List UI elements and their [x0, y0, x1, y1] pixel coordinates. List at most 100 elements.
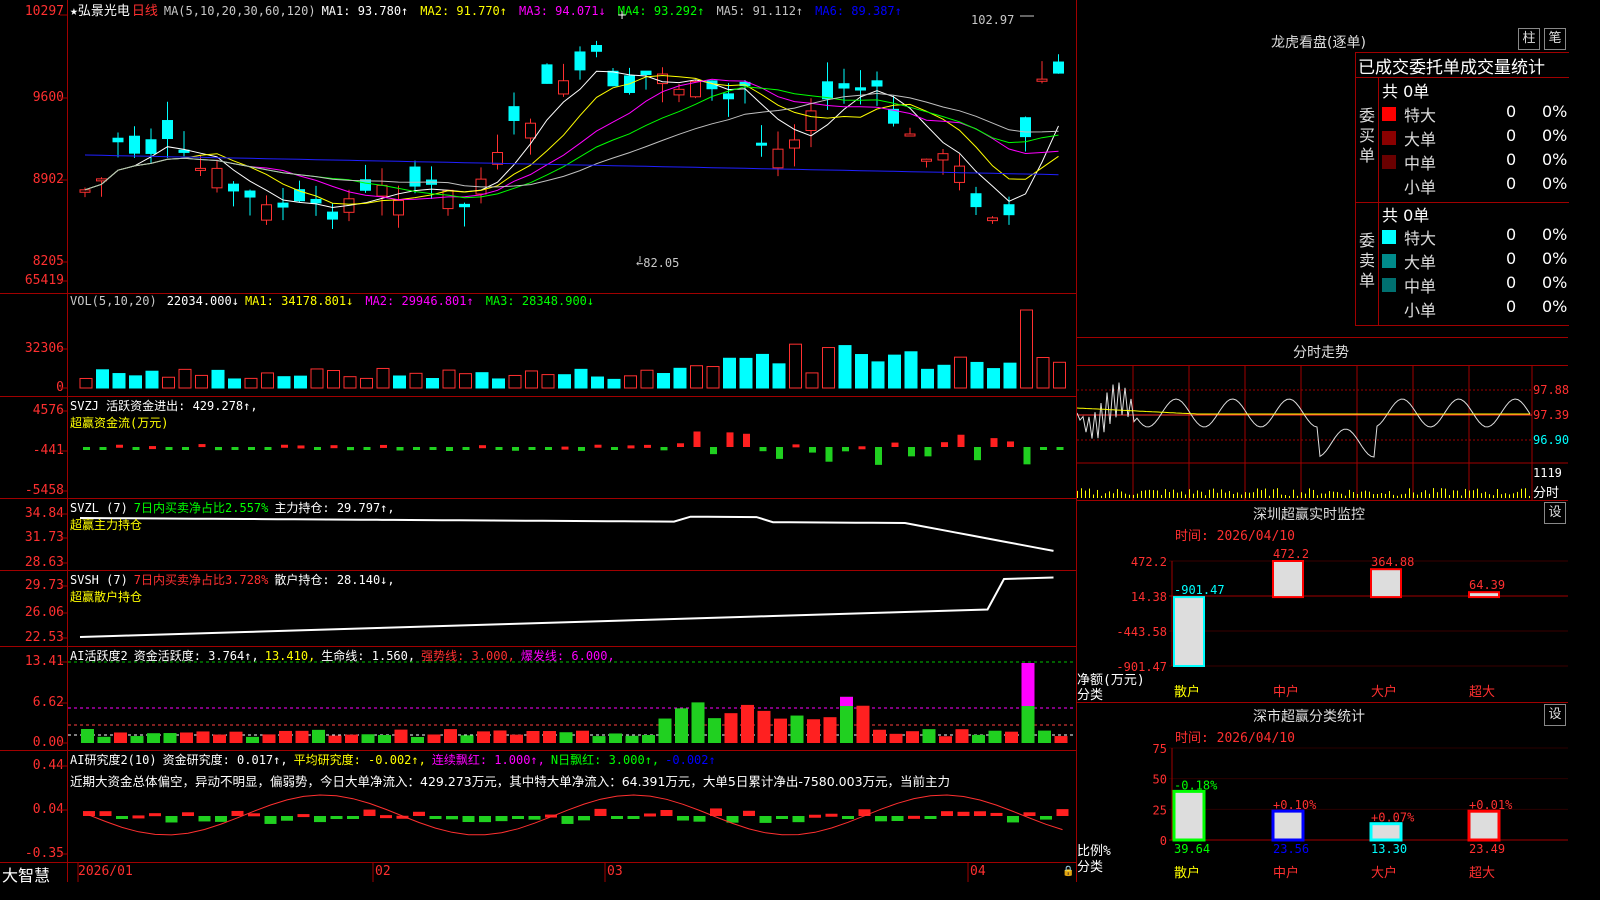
activity-bar: [609, 733, 622, 743]
intraday-vol-bar: [1209, 489, 1210, 498]
intraday-vol-bar: [1353, 492, 1354, 498]
research-bar: [264, 816, 277, 824]
ma-item-value: 91.770↑: [456, 4, 507, 18]
volume-bar: [277, 376, 291, 389]
order-type: 特大: [1404, 106, 1437, 125]
tick-mode-button[interactable]: 笔: [1544, 28, 1566, 50]
volume-bar: [211, 369, 225, 389]
activity-bar: [163, 733, 177, 743]
volume-bar: [525, 370, 538, 389]
period-label[interactable]: 日线: [132, 4, 158, 19]
intraday-vol-bar: [1257, 488, 1258, 498]
intraday-vol-bar: [1369, 491, 1370, 498]
ma-line: [84, 86, 1059, 199]
classify-change-label: +0.01%: [1469, 798, 1513, 812]
intraday-vol-bar: [1193, 493, 1194, 498]
candle: [640, 70, 652, 76]
activity-bar: [856, 705, 870, 743]
order-row: 特大 0 0%: [1378, 102, 1569, 126]
ma-item-value: 94.071↓: [555, 4, 606, 18]
ma-line: [84, 78, 1059, 201]
stock-name[interactable]: ★弘景光电: [70, 4, 130, 19]
fund-flow-bar: [792, 444, 800, 448]
volume-bar: [442, 369, 456, 389]
ma-item-3: MA3: 94.071↓: [519, 4, 606, 18]
fund-flow-bar: [528, 447, 536, 450]
volume-bar: [508, 374, 522, 389]
activity-bar: [625, 735, 639, 743]
research-bar: [182, 812, 194, 816]
activity-bar: [559, 732, 573, 743]
candle: [277, 202, 289, 208]
fund-flow-bar: [1023, 447, 1031, 465]
intraday-vol-bar: [1177, 492, 1178, 498]
order-type: 大单: [1404, 253, 1437, 272]
intraday-vol-bar: [1513, 493, 1514, 498]
intraday-vol-bar: [1125, 493, 1126, 498]
fund-flow-bar: [413, 447, 420, 450]
activity-bar: [658, 718, 672, 743]
fund-flow-bar: [710, 447, 717, 455]
research-bar: [941, 811, 953, 816]
volume-bar: [723, 357, 736, 389]
research-bar: [347, 816, 359, 819]
monitor-category: 中户: [1273, 684, 1299, 700]
order-type: 大单: [1404, 130, 1437, 149]
intraday-panel[interactable]: 分时走势 97.88 97.39 96.90 1119 分时: [1077, 338, 1569, 501]
volume-bar: [970, 361, 984, 389]
intraday-vol-tick: 1119: [1533, 466, 1562, 480]
intraday-vol-bar: [1517, 491, 1518, 498]
candle: [393, 200, 404, 216]
volume-bar: [360, 377, 373, 389]
sell-total: 共 0单: [1382, 206, 1430, 225]
fund-flow-bar: [264, 447, 272, 450]
intraday-vol-bar: [1357, 494, 1358, 498]
candle: [574, 51, 586, 71]
fund-flow-bar: [842, 447, 849, 452]
candle: [442, 189, 454, 210]
candle: [921, 158, 932, 162]
fund-flow-bar: [83, 447, 90, 450]
classify-category: 大户: [1371, 865, 1397, 881]
svzl-name: SVZL (7): [70, 501, 128, 515]
intraday-vol-bar: [1449, 495, 1450, 498]
lock-icon[interactable]: 🔒: [1062, 866, 1074, 877]
candle: [756, 142, 767, 146]
research-bar: [165, 816, 178, 823]
intraday-vol-bar: [1205, 495, 1206, 498]
order-type: 中单: [1404, 154, 1437, 173]
candle: [244, 190, 256, 198]
intraday-vol-bar: [1165, 489, 1166, 498]
intraday-vol-bar: [1145, 490, 1146, 498]
svzl-line2: 超赢主力持仓: [70, 518, 143, 532]
monitor-bar: [1370, 568, 1402, 599]
app-logo[interactable]: 大智慧: [2, 862, 50, 886]
svsh-panel-header: SVSH (7) 7日内买卖净占比3.728% 散户持仓: 28.140↓, 超赢散…: [70, 571, 401, 605]
activity-bar: [229, 731, 243, 743]
research-bar: [429, 816, 442, 819]
research-bar: [974, 811, 986, 816]
bar-mode-button[interactable]: 柱: [1518, 28, 1540, 50]
fund-flow-bar: [875, 447, 882, 465]
volume-bar: [838, 345, 852, 389]
monitor-ytick: 14.38: [1131, 590, 1167, 604]
intraday-chart[interactable]: [1077, 338, 1568, 500]
vol-value: 22034.000↓: [166, 294, 239, 308]
intraday-vol-bar: [1361, 491, 1362, 498]
activity-bar: [394, 729, 408, 743]
intraday-vol-bar: [1437, 492, 1438, 498]
classify-ytick: 75: [1153, 742, 1167, 756]
order-row: 大单 0 0%: [1378, 126, 1569, 150]
candle: [79, 189, 91, 193]
svzj-line2: 超赢资金流(万元): [70, 416, 169, 430]
classify-category: 超大: [1469, 866, 1495, 881]
ai2-red2: N日飘红: 3.000↑,: [550, 753, 660, 767]
candle: [162, 120, 173, 140]
volume-bar: [96, 369, 109, 389]
intraday-vol-bar: [1169, 491, 1170, 498]
candle: [112, 137, 124, 143]
svzj-panel-header: SVZJ 活跃资金进出: 429.278↑, 超赢资金流(万元): [70, 397, 258, 431]
volume-bar: [921, 368, 934, 389]
ma-item-1: MA1: 93.780↑: [321, 4, 409, 18]
volume-bar: [79, 377, 93, 389]
